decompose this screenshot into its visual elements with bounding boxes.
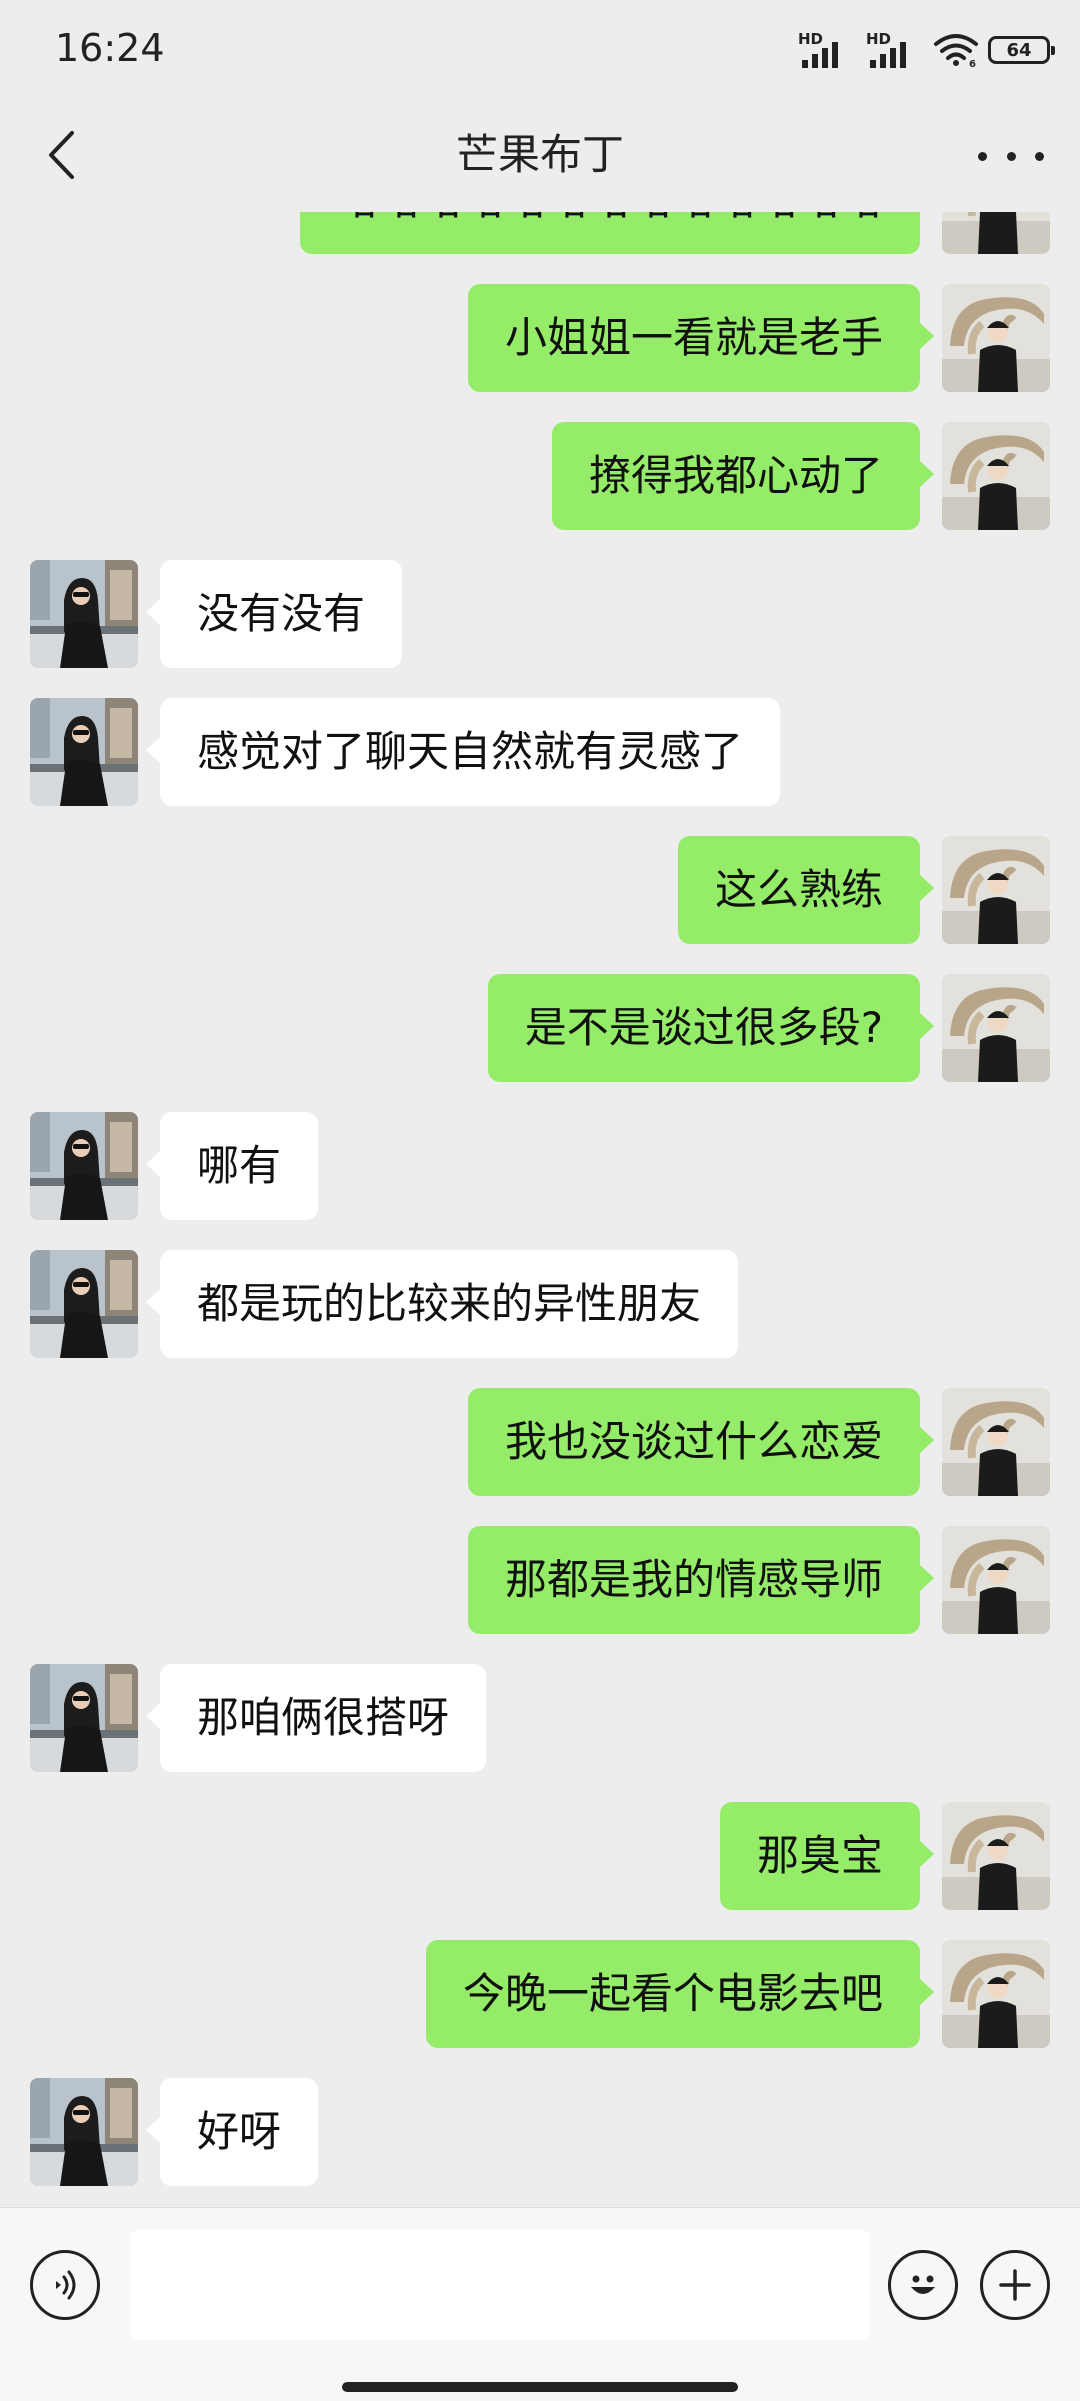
message-incoming: 好呀 <box>0 2078 1080 2186</box>
message-bubble[interactable]: 那咱俩很搭呀 <box>145 1664 487 1772</box>
message-bubble[interactable]: 撩得我都心动了 <box>551 422 935 530</box>
status-icons: HD HD 6 64 <box>798 30 1055 70</box>
avatar-me[interactable] <box>942 974 1050 1082</box>
avatar-contact[interactable] <box>30 1250 138 1358</box>
message-bubble[interactable]: 感觉对了聊天自然就有灵感了 <box>145 698 781 806</box>
wifi-sub-label: 6 <box>969 59 976 68</box>
message-outgoing: 小姐姐一看就是老手 <box>0 284 1080 392</box>
avatar-me[interactable] <box>942 836 1050 944</box>
battery-level: 64 <box>1006 39 1032 61</box>
plus-icon <box>999 2269 1031 2301</box>
message-outgoing: 今晚一起看个电影去吧 <box>0 1940 1080 2048</box>
message-incoming: 没有没有 <box>0 560 1080 668</box>
message-outgoing: 那臭宝 <box>0 1802 1080 1910</box>
message-outgoing: 哈哈哈哈哈哈哈哈哈哈哈哈哈 <box>0 212 1080 254</box>
avatar-contact[interactable] <box>30 1664 138 1772</box>
avatar-me[interactable] <box>942 212 1050 254</box>
message-bubble[interactable]: 哈哈哈哈哈哈哈哈哈哈哈哈哈 <box>299 212 920 254</box>
nav-bar: 芒果布丁 <box>0 100 1080 212</box>
message-bubble[interactable]: 都是玩的比较来的异性朋友 <box>145 1250 739 1358</box>
message-outgoing: 撩得我都心动了 <box>0 422 1080 530</box>
voice-icon <box>56 2270 76 2300</box>
message-bubble[interactable]: 我也没谈过什么恋爱 <box>467 1388 935 1496</box>
message-incoming: 哪有 <box>0 1112 1080 1220</box>
more-dot <box>1006 151 1016 161</box>
message-bubble[interactable]: 是不是谈过很多段? <box>487 974 935 1082</box>
message-bubble[interactable]: 没有没有 <box>145 560 403 668</box>
battery-icon: 64 <box>988 36 1055 64</box>
plus-button[interactable] <box>980 2250 1050 2320</box>
message-outgoing: 是不是谈过很多段? <box>0 974 1080 1082</box>
avatar-me[interactable] <box>942 1802 1050 1910</box>
message-bubble[interactable]: 哪有 <box>145 1112 319 1220</box>
message-incoming: 都是玩的比较来的异性朋友 <box>0 1250 1080 1358</box>
avatar-me[interactable] <box>942 1388 1050 1496</box>
message-outgoing: 我也没谈过什么恋爱 <box>0 1388 1080 1496</box>
message-bubble[interactable]: 好呀 <box>145 2078 319 2186</box>
status-time: 16:24 <box>55 26 165 70</box>
signal-icon: HD <box>798 30 856 70</box>
emoji-button[interactable] <box>888 2250 958 2320</box>
message-bubble[interactable]: 那都是我的情感导师 <box>467 1526 935 1634</box>
avatar-contact[interactable] <box>30 560 138 668</box>
more-dot <box>1035 151 1044 161</box>
avatar-contact[interactable] <box>30 1112 138 1220</box>
more-button[interactable] <box>978 140 1044 172</box>
voice-button[interactable] <box>30 2250 100 2320</box>
message-bubble[interactable]: 今晚一起看个电影去吧 <box>425 1940 935 2048</box>
avatar-contact[interactable] <box>30 2078 138 2186</box>
input-bar <box>0 2207 1080 2401</box>
avatar-me[interactable] <box>942 422 1050 530</box>
signal-icon: HD <box>866 30 924 70</box>
wifi-icon: 6 <box>934 34 978 68</box>
message-incoming: 感觉对了聊天自然就有灵感了 <box>0 698 1080 806</box>
message-bubble[interactable]: 那臭宝 <box>719 1802 935 1910</box>
avatar-me[interactable] <box>942 284 1050 392</box>
avatar-me[interactable] <box>942 1526 1050 1634</box>
emoji-icon <box>911 2275 935 2294</box>
home-indicator[interactable] <box>342 2382 738 2392</box>
avatar-me[interactable] <box>942 1940 1050 2048</box>
message-incoming: 那咱俩很搭呀 <box>0 1664 1080 1772</box>
message-outgoing: 那都是我的情感导师 <box>0 1526 1080 1634</box>
message-bubble[interactable]: 小姐姐一看就是老手 <box>467 284 935 392</box>
more-dot <box>978 151 987 161</box>
avatar-contact[interactable] <box>30 698 138 806</box>
status-bar: 16:24 HD HD 6 64 <box>0 0 1080 100</box>
chat-area[interactable]: 哈哈哈哈哈哈哈哈哈哈哈哈哈小姐姐一看就是老手撩得我都心动了没有没有感觉对了聊天自… <box>0 212 1080 2207</box>
chat-title: 芒果布丁 <box>455 130 624 179</box>
message-outgoing: 这么熟练 <box>0 836 1080 944</box>
message-input[interactable] <box>130 2230 870 2340</box>
message-bubble[interactable]: 这么熟练 <box>677 836 935 944</box>
